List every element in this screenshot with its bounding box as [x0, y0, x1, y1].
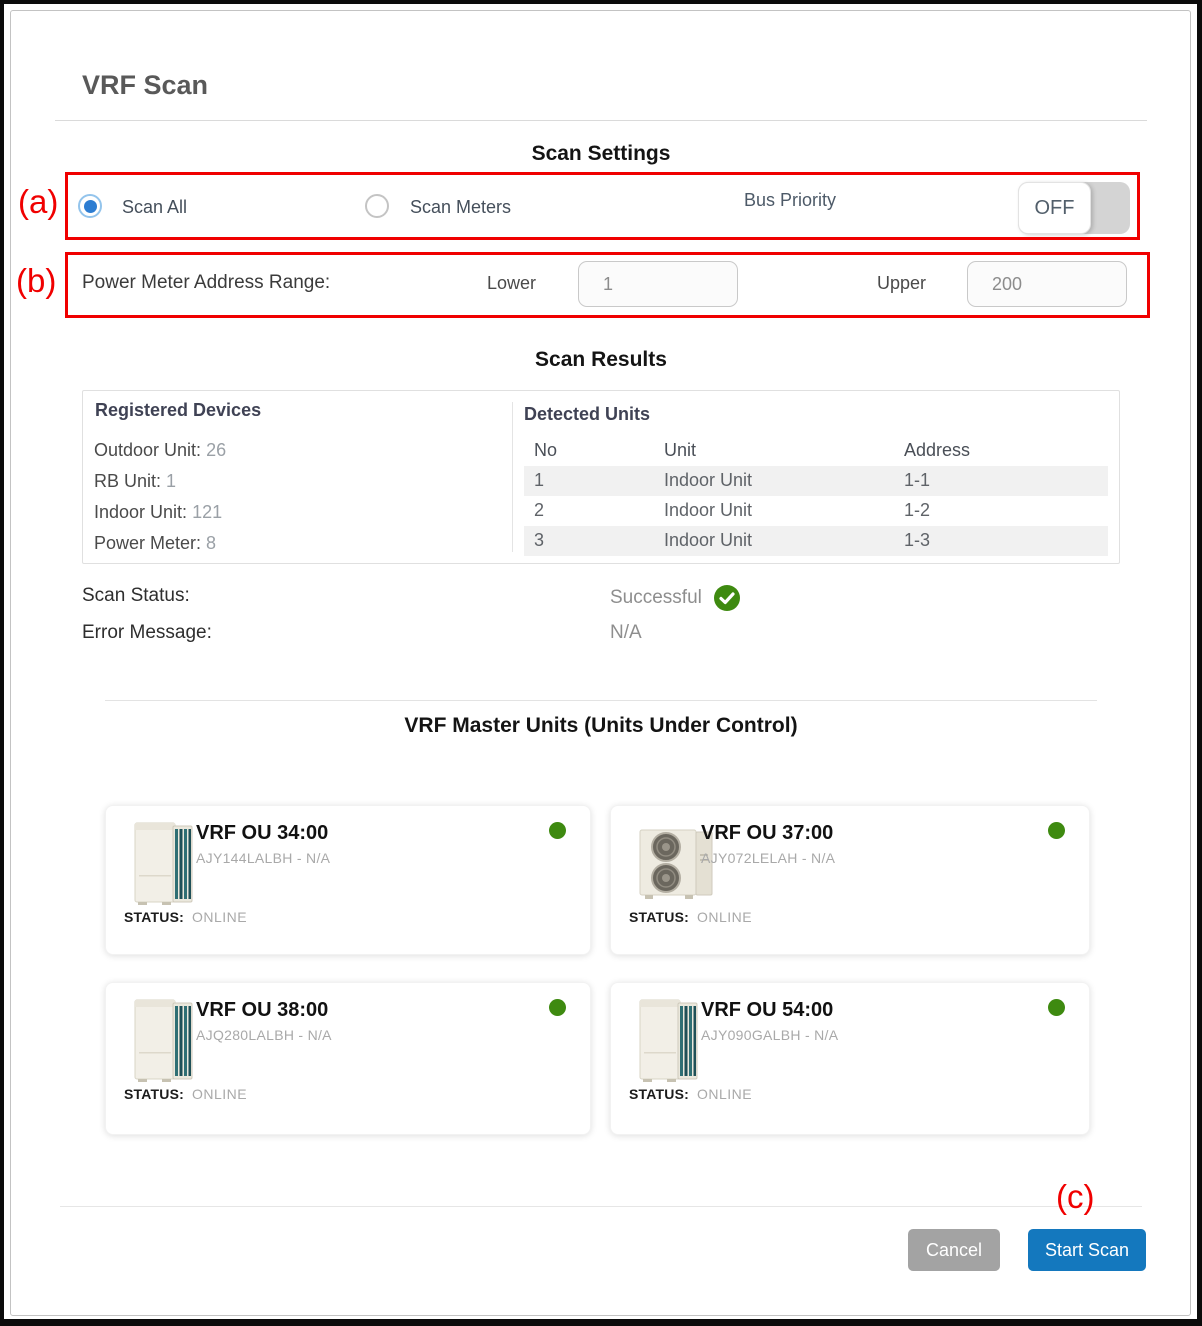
- master-unit-card: VRF OU 54:00 AJY090GALBH - N/A STATUS:ON…: [610, 982, 1090, 1135]
- online-status-dot: [549, 822, 566, 839]
- scan-results-heading: Scan Results: [0, 348, 1202, 372]
- master-unit-card: VRF OU 37:00 AJY072LELAH - N/A STATUS:ON…: [610, 805, 1090, 955]
- table-row: 2 Indoor Unit 1-2: [524, 496, 1108, 526]
- results-column-divider: [512, 402, 513, 552]
- online-status-dot: [1048, 822, 1065, 839]
- registered-item: Indoor Unit: 121: [94, 502, 222, 523]
- unit-name: VRF OU 54:00: [701, 999, 833, 1022]
- unit-status-row: STATUS:ONLINE: [124, 1086, 247, 1102]
- scan-settings-heading: Scan Settings: [0, 142, 1202, 166]
- master-unit-card: VRF OU 38:00 AJQ280LALBH - N/A STATUS:ON…: [105, 982, 591, 1135]
- master-units-divider: [105, 700, 1097, 701]
- online-status-dot: [549, 999, 566, 1016]
- unit-model: AJY144LALBH - N/A: [196, 850, 330, 866]
- scan-status-value: Successful: [610, 585, 740, 611]
- title-divider: [55, 120, 1147, 121]
- unit-name: VRF OU 34:00: [196, 822, 328, 845]
- scan-status-label: Scan Status:: [82, 585, 190, 607]
- annotation-c: (c): [1056, 1178, 1094, 1216]
- start-scan-button[interactable]: Start Scan: [1028, 1229, 1146, 1271]
- online-status-dot: [1048, 999, 1065, 1016]
- unit-status-row: STATUS:ONLINE: [629, 909, 752, 925]
- footer-divider: [60, 1206, 1142, 1207]
- unit-status-row: STATUS:ONLINE: [124, 909, 247, 925]
- registered-devices-heading: Registered Devices: [95, 400, 261, 421]
- table-row: 1 Indoor Unit 1-1: [524, 466, 1108, 496]
- unit-name: VRF OU 37:00: [701, 822, 833, 845]
- annotation-rect-a: [65, 172, 1140, 240]
- cancel-button[interactable]: Cancel: [908, 1229, 1000, 1271]
- registered-item: RB Unit: 1: [94, 471, 176, 492]
- master-unit-card: VRF OU 34:00 AJY144LALBH - N/A STATUS:ON…: [105, 805, 591, 955]
- detected-units-heading: Detected Units: [524, 404, 650, 425]
- error-message-label: Error Message:: [82, 622, 212, 644]
- tall-cabinet-unit-image: [637, 996, 701, 1084]
- tall-cabinet-unit-image: [132, 819, 196, 907]
- unit-status-row: STATUS:ONLINE: [629, 1086, 752, 1102]
- page-title: VRF Scan: [82, 70, 208, 101]
- unit-model: AJY090GALBH - N/A: [701, 1027, 838, 1043]
- detected-units-table: No Unit Address 1 Indoor Unit 1-1 2 Indo…: [524, 438, 1108, 556]
- error-message-value: N/A: [610, 622, 642, 644]
- unit-name: VRF OU 38:00: [196, 999, 328, 1022]
- annotation-a: (a): [18, 183, 58, 221]
- table-row: 3 Indoor Unit 1-3: [524, 526, 1108, 556]
- success-check-icon: [714, 585, 740, 611]
- registered-item: Outdoor Unit: 26: [94, 440, 226, 461]
- unit-model: AJQ280LALBH - N/A: [196, 1027, 332, 1043]
- annotation-b: (b): [16, 262, 56, 300]
- unit-model: AJY072LELAH - N/A: [701, 850, 835, 866]
- annotation-rect-b: [65, 252, 1150, 318]
- master-units-heading: VRF Master Units (Units Under Control): [0, 714, 1202, 738]
- registered-item: Power Meter: 8: [94, 533, 216, 554]
- tall-cabinet-unit-image: [132, 996, 196, 1084]
- table-header-row: No Unit Address: [524, 438, 1108, 466]
